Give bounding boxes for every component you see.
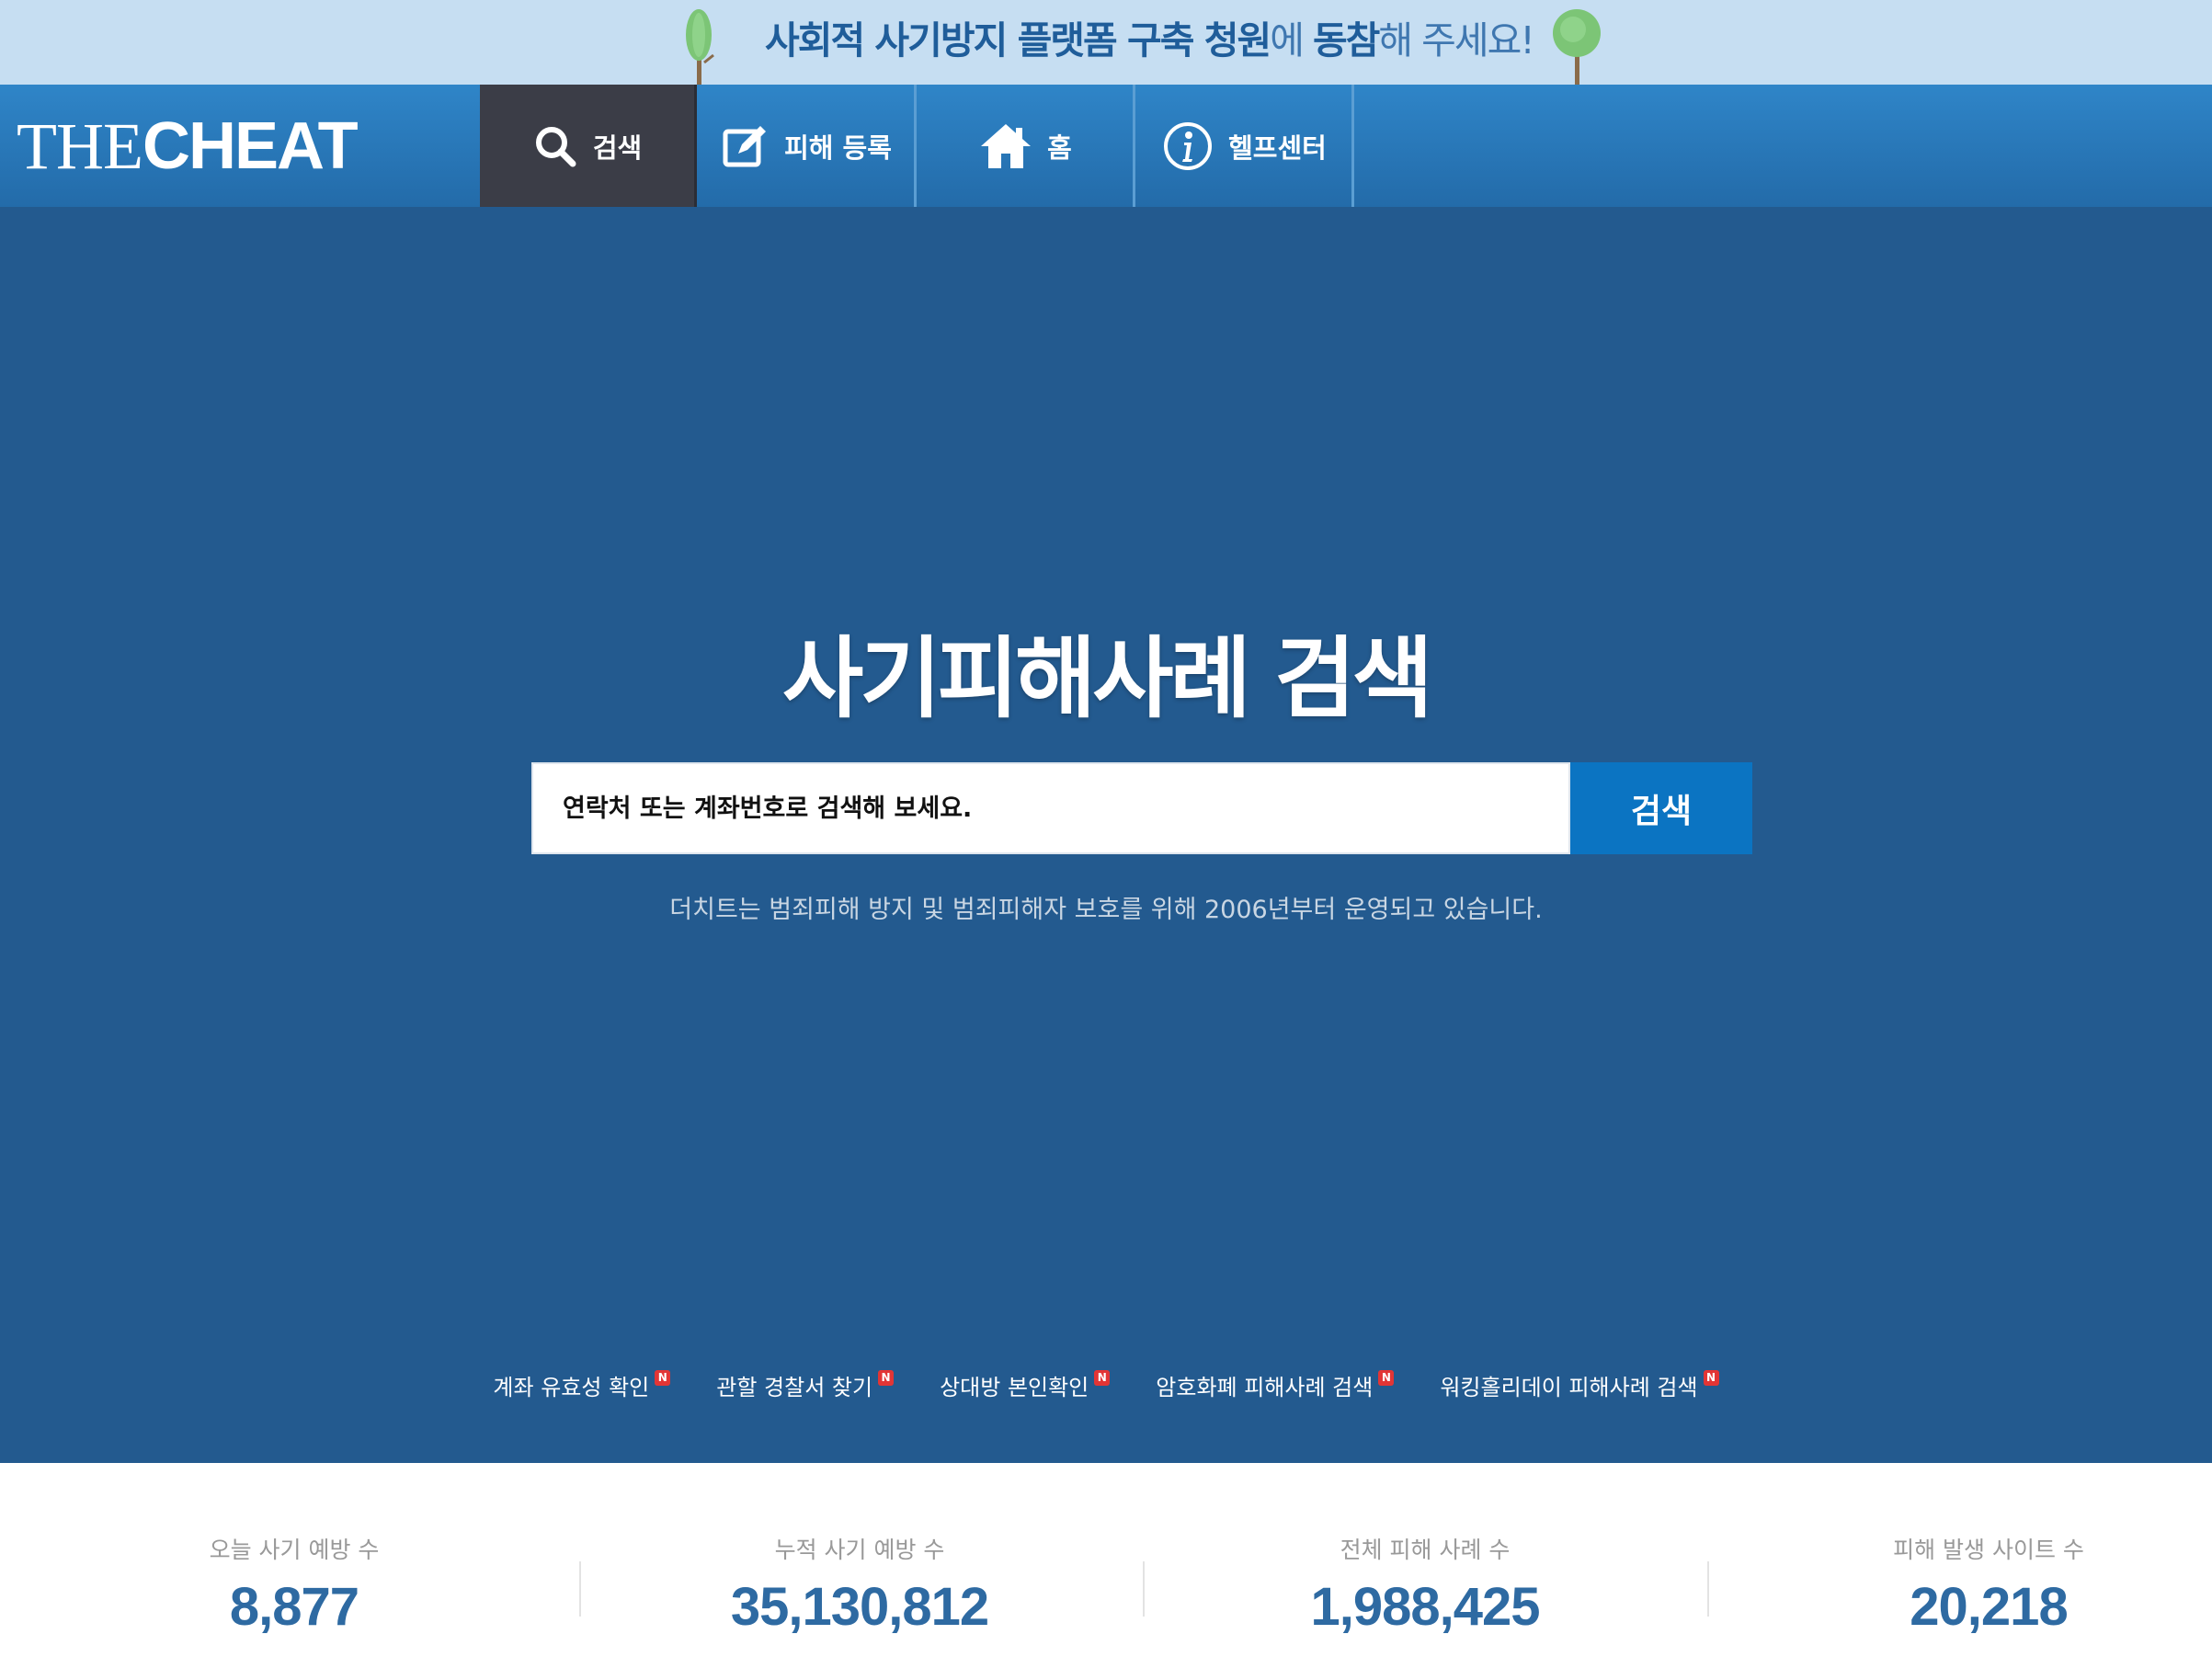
stat-total-prevention: 누적 사기 예방 수 35,130,812 (722, 1532, 998, 1638)
nav-report-damage[interactable]: 피해 등록 (700, 85, 917, 207)
stat-divider (579, 1561, 581, 1617)
quick-links: 계좌 유효성 확인 N 관할 경찰서 찾기 N 상대방 본인확인 N 암호화폐 피해사… (0, 1369, 2212, 1401)
nav-home-label: 홈 (1047, 131, 1072, 164)
new-badge: N (655, 1370, 671, 1386)
new-badge: N (878, 1370, 895, 1386)
stat-value: 20,218 (1910, 1577, 2068, 1637)
stat-label: 누적 사기 예방 수 (774, 1537, 945, 1563)
nav-search[interactable]: 검색 (480, 85, 697, 207)
nav-search-label: 검색 (592, 131, 643, 164)
nav-help-center-label: 헬프센터 (1228, 131, 1327, 164)
tree-right-icon (1553, 9, 1601, 85)
stat-label: 오늘 사기 예방 수 (209, 1537, 380, 1563)
new-badge: N (1378, 1370, 1395, 1386)
stat-label: 피해 발생 사이트 수 (1893, 1537, 2084, 1563)
stat-fraud-sites: 피해 발생 사이트 수 20,218 (1851, 1532, 2126, 1638)
search-input[interactable] (531, 762, 1570, 854)
main-navbar: THECHEAT 검색 피해 등록 홈 헬프센터 (0, 85, 2212, 207)
nav-home[interactable]: 홈 (918, 85, 1135, 207)
link-identity-check[interactable]: 상대방 본인확인 N (940, 1369, 1111, 1401)
search-icon (535, 126, 576, 166)
stat-today-prevention: 오늘 사기 예방 수 8,877 (156, 1532, 432, 1638)
search-button[interactable]: 검색 (1570, 762, 1752, 854)
nav-report-damage-label: 피해 등록 (784, 131, 892, 164)
link-find-police-station[interactable]: 관할 경찰서 찾기 N (716, 1369, 895, 1401)
stat-divider (1143, 1561, 1145, 1617)
link-account-validity[interactable]: 계좌 유효성 확인 N (493, 1369, 671, 1401)
new-badge: N (1703, 1370, 1719, 1386)
stat-divider (1707, 1561, 1709, 1617)
search-hero: 사기피해사례 검색 검색 더치트는 범죄피해 방지 및 범죄피해자 보호를 위해… (0, 207, 2212, 1463)
banner-message: 사회적 사기방지 플랫폼 구축 청원에 동참해 주세요! (765, 18, 1535, 63)
link-crypto-search[interactable]: 암호화폐 피해사례 검색 N (1156, 1369, 1395, 1401)
stat-total-cases: 전체 피해 사례 수 1,988,425 (1287, 1532, 1563, 1638)
link-working-holiday-search[interactable]: 워킹홀리데이 피해사례 검색 N (1440, 1369, 1719, 1401)
page-title: 사기피해사례 검색 (782, 627, 1433, 730)
stat-label: 전체 피해 사례 수 (1340, 1537, 1511, 1563)
site-description: 더치트는 범죄피해 방지 및 범죄피해자 보호를 위해 2006년부터 운영되고… (669, 896, 1543, 924)
stat-value: 1,988,425 (1310, 1577, 1540, 1637)
stat-value: 35,130,812 (730, 1577, 989, 1637)
petition-banner[interactable]: 사회적 사기방지 플랫폼 구축 청원에 동참해 주세요! (0, 0, 2212, 85)
statistics-bar: 오늘 사기 예방 수 8,877 누적 사기 예방 수 35,130,812 전… (0, 1463, 2212, 1657)
home-icon (981, 123, 1032, 168)
stat-value: 8,877 (229, 1577, 359, 1637)
thecheat-logo[interactable]: THECHEAT (17, 107, 359, 186)
nav-help-center[interactable]: 헬프센터 (1137, 85, 1354, 207)
new-badge: N (1094, 1370, 1111, 1386)
edit-icon (723, 125, 767, 166)
info-icon (1164, 121, 1213, 170)
tree-left-icon (686, 9, 714, 85)
